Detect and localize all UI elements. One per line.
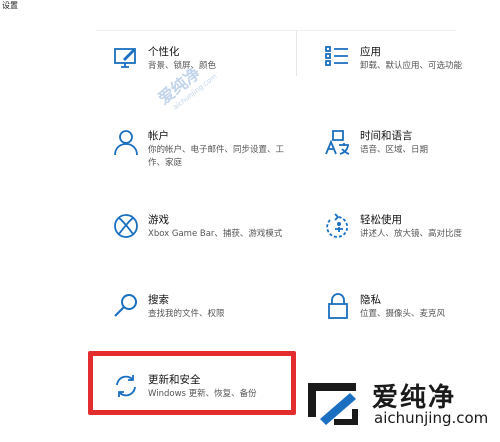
tile-gaming[interactable]: 游戏 Xbox Game Bar、捕获、游戏模式 <box>112 212 312 282</box>
tile-description: 背景、锁屏、颜色 <box>148 61 217 71</box>
search-icon <box>112 292 140 320</box>
grid-divider <box>96 30 456 31</box>
tile-name: 隐私 <box>360 294 381 306</box>
watermark-logo: 爱纯净 aichunjing.com <box>300 375 500 433</box>
time-language-icon <box>324 128 352 156</box>
window-title: 设置 <box>2 1 18 10</box>
watermark-logo-icon <box>304 379 362 429</box>
tile-description: 你的帐户、电子邮件、同步设置、工作、家庭 <box>148 145 285 168</box>
tile-apps[interactable]: 应用 卸载、默认应用、可选功能 <box>324 44 500 114</box>
tile-name: 轻松使用 <box>360 214 402 226</box>
tile-privacy[interactable]: 隐私 位置、摄像头、麦克风 <box>324 292 500 362</box>
xbox-icon <box>112 212 140 240</box>
highlight-box <box>88 351 296 415</box>
tile-description: 讲述人、放大镜、高对比度 <box>360 229 463 239</box>
tile-name: 时间和语言 <box>360 130 413 142</box>
tile-name: 搜索 <box>148 294 169 306</box>
ease-of-access-icon <box>324 212 352 240</box>
tile-description: Xbox Game Bar、捕获、游戏模式 <box>148 229 283 239</box>
tile-description: 位置、摄像头、麦克风 <box>360 309 446 319</box>
tile-description: 查找我的文件、权限 <box>148 309 225 319</box>
watermark-logo-url: aichunjing.com <box>374 409 489 427</box>
tile-name: 帐户 <box>148 130 169 142</box>
tile-accounts[interactable]: 帐户 你的帐户、电子邮件、同步设置、工作、家庭 <box>112 128 312 198</box>
tile-time-language[interactable]: 时间和语言 语音、区域、日期 <box>324 128 500 198</box>
personalization-icon <box>112 44 140 72</box>
tile-description: 卸载、默认应用、可选功能 <box>360 61 463 71</box>
tile-ease-of-access[interactable]: 轻松使用 讲述人、放大镜、高对比度 <box>324 212 500 282</box>
tile-name: 个性化 <box>148 46 180 58</box>
tile-description: 语音、区域、日期 <box>360 145 429 155</box>
privacy-lock-icon <box>324 292 352 320</box>
tile-name: 游戏 <box>148 214 169 226</box>
tile-name: 应用 <box>360 46 381 58</box>
apps-icon <box>324 44 352 72</box>
account-icon <box>112 128 140 156</box>
